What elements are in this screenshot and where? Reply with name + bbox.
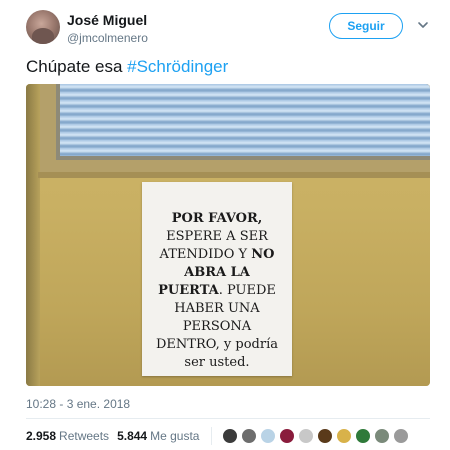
tweet-text-body: Chúpate esa <box>26 57 128 76</box>
liker-avatar[interactable] <box>298 428 315 444</box>
likes-label[interactable]: Me gusta <box>150 429 199 443</box>
notice-line: ABRA LA <box>184 265 250 280</box>
notice-line: DENTRO, y podría <box>156 337 278 352</box>
notice-line: PUERTA <box>158 283 219 298</box>
notice-line: PERSONA <box>182 319 252 334</box>
chevron-down-icon[interactable] <box>416 18 430 32</box>
liker-avatar[interactable] <box>260 428 277 444</box>
liker-avatar[interactable] <box>393 428 410 444</box>
liker-avatar[interactable] <box>317 428 334 444</box>
tweet-photo[interactable]: POR FAVOR, ESPERE A SER ATENDIDO Y NO AB… <box>26 84 430 386</box>
stats-separator <box>211 427 213 445</box>
follow-button[interactable]: Seguir <box>329 13 403 39</box>
likes-count[interactable]: 5.844 <box>117 429 147 443</box>
door-notice: POR FAVOR, ESPERE A SER ATENDIDO Y NO AB… <box>142 182 292 376</box>
liker-avatars <box>222 428 412 444</box>
divider <box>26 418 430 419</box>
tweet-stats: 2.958 Retweets 5.844 Me gusta <box>26 426 412 446</box>
liker-avatar[interactable] <box>222 428 239 444</box>
tweet-header: José Miguel @jmcolmenero Seguir <box>26 10 436 50</box>
liker-avatar[interactable] <box>241 428 258 444</box>
notice-line: NO <box>251 247 275 262</box>
tweet-text: Chúpate esa #Schrödinger <box>26 57 228 77</box>
notice-line: ser usted. <box>184 355 250 370</box>
door-edge <box>26 84 40 386</box>
retweets-count[interactable]: 2.958 <box>26 429 56 443</box>
user-handle[interactable]: @jmcolmenero <box>67 31 148 45</box>
hashtag-link[interactable]: #Schrödinger <box>127 57 228 76</box>
notice-line: . PUEDE <box>218 283 276 298</box>
user-avatar[interactable] <box>26 10 60 44</box>
window-blinds <box>60 84 430 156</box>
liker-avatar[interactable] <box>336 428 353 444</box>
liker-avatar[interactable] <box>355 428 372 444</box>
notice-line: POR FAVOR, <box>171 211 263 226</box>
tweet-timestamp[interactable]: 10:28 - 3 ene. 2018 <box>26 397 130 411</box>
notice-line: HABER UNA <box>174 301 260 316</box>
retweets-label[interactable]: Retweets <box>59 429 109 443</box>
user-display-name[interactable]: José Miguel <box>67 12 147 28</box>
window-sill <box>38 172 430 178</box>
liker-avatar[interactable] <box>374 428 391 444</box>
notice-line: ATENDIDO Y <box>159 247 252 262</box>
liker-avatar[interactable] <box>279 428 296 444</box>
notice-line: ESPERE A SER <box>166 229 268 244</box>
